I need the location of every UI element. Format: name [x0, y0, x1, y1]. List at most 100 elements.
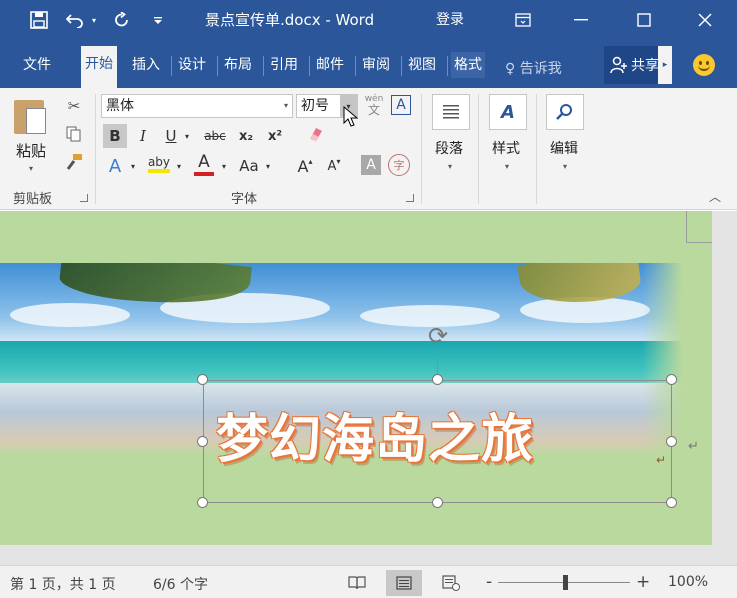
clipboard-launcher-icon[interactable] [80, 194, 88, 202]
tab-file[interactable]: 文件 [20, 52, 54, 78]
feedback-smiley-icon[interactable] [693, 54, 715, 76]
person-add-icon [610, 56, 627, 74]
phonetic-guide-button[interactable]: wén 文 [362, 94, 386, 116]
strikethrough-button[interactable]: abc [200, 124, 230, 148]
rotate-handle-icon[interactable]: ⟳ [425, 323, 451, 349]
close-icon[interactable] [682, 0, 728, 40]
redo-icon[interactable] [110, 6, 134, 34]
zoom-out-button[interactable]: - [486, 572, 492, 592]
shrink-font-label: A [327, 158, 337, 174]
tab-format[interactable]: 格式 [451, 52, 485, 78]
customize-qat-icon[interactable] [150, 6, 166, 34]
change-case-button[interactable]: Aa [236, 154, 262, 178]
ribbon-tabs: 文件 开始 插入 设计 布局 引用 邮件 审阅 视图 格式 ♀ 告诉我 共享 ▸ [0, 40, 737, 88]
copy-icon[interactable] [64, 124, 84, 144]
resize-handle-w[interactable] [197, 436, 208, 447]
zoom-level[interactable]: 100% [668, 574, 708, 590]
title-bar: ▾ 景点宣传单.docx - Word 登录 [0, 0, 737, 40]
shrink-font-button[interactable]: A ▾ [323, 154, 345, 178]
character-border-button[interactable]: A [391, 95, 411, 115]
login-link[interactable]: 登录 [436, 9, 464, 29]
document-title: 景点宣传单.docx - Word [205, 11, 375, 29]
group-separator [478, 94, 479, 204]
resize-handle-nw[interactable] [197, 374, 208, 385]
resize-handle-s[interactable] [432, 497, 443, 508]
styles-dropdown-icon[interactable]: ▾ [505, 162, 509, 171]
text-effects-button[interactable]: A [104, 154, 126, 178]
paste-icon[interactable] [14, 100, 46, 134]
subscript-button[interactable]: x₂ [235, 124, 257, 148]
undo-icon[interactable] [62, 6, 88, 34]
character-shading-button[interactable]: A [361, 155, 381, 175]
status-bar: 第 1 页，共 1 页 6/6 个字 - + 100% [0, 565, 737, 598]
minimize-icon[interactable] [558, 0, 604, 40]
tab-home[interactable]: 开始 [81, 46, 117, 88]
paragraph-dropdown-icon[interactable]: ▾ [448, 162, 452, 171]
italic-button[interactable]: I [133, 124, 153, 148]
font-name-dropdown-icon[interactable]: ▾ [284, 95, 288, 117]
highlight-button[interactable]: aby [146, 152, 172, 176]
bold-button[interactable]: B [103, 124, 127, 148]
clear-formatting-icon[interactable] [304, 122, 326, 146]
highlight-dropdown-icon[interactable]: ▾ [173, 154, 185, 178]
format-painter-icon[interactable] [64, 152, 84, 172]
save-icon[interactable] [26, 6, 52, 34]
grow-font-button[interactable]: A ▴ [294, 154, 316, 178]
font-color-swatch [194, 172, 214, 176]
zoom-in-button[interactable]: + [636, 572, 650, 592]
editing-button[interactable] [546, 94, 584, 130]
tab-scroll-right-icon[interactable]: ▸ [658, 46, 672, 84]
ribbon-display-options-icon[interactable] [500, 0, 546, 40]
resize-handle-sw[interactable] [197, 497, 208, 508]
tab-insert[interactable]: 插入 [129, 52, 163, 78]
enclose-characters-button[interactable]: 字 [388, 154, 410, 176]
tell-me-box[interactable]: ♀ 告诉我 [505, 58, 562, 78]
paragraph-icon [443, 105, 459, 119]
tab-references[interactable]: 引用 [267, 52, 301, 78]
cut-icon[interactable]: ✂ [64, 96, 84, 116]
font-color-dropdown-icon[interactable]: ▾ [218, 154, 230, 178]
font-color-button[interactable]: A [192, 152, 216, 176]
resize-handle-ne[interactable] [666, 374, 677, 385]
styles-button[interactable]: A [489, 94, 527, 130]
tab-layout[interactable]: 布局 [221, 52, 255, 78]
undo-dropdown-icon[interactable]: ▾ [88, 6, 100, 34]
paste-label[interactable]: 粘贴 [16, 140, 46, 161]
word-count[interactable]: 6/6 个字 [153, 574, 208, 594]
document-area[interactable]: ⟳ 梦幻海岛之旅 ↵ ↵ [0, 211, 737, 565]
maximize-icon[interactable] [621, 0, 667, 40]
phonetic-guide-char: 文 [367, 103, 380, 117]
tab-review[interactable]: 审阅 [359, 52, 393, 78]
tab-view[interactable]: 视图 [405, 52, 439, 78]
superscript-button[interactable]: x² [264, 124, 286, 148]
highlight-color-swatch [148, 169, 170, 173]
resize-handle-n[interactable] [432, 374, 443, 385]
grow-arrow-icon: ▴ [308, 156, 313, 166]
group-separator [536, 94, 537, 204]
print-layout-icon[interactable] [386, 570, 422, 596]
text-effects-dropdown-icon[interactable]: ▾ [127, 154, 139, 178]
read-mode-icon[interactable] [339, 570, 375, 596]
web-layout-icon[interactable] [433, 570, 469, 596]
paragraph-button[interactable] [432, 94, 470, 130]
resize-handle-se[interactable] [666, 497, 677, 508]
styles-group-label[interactable]: 样式 [492, 138, 520, 158]
font-launcher-icon[interactable] [406, 194, 414, 202]
wordart-headline[interactable]: 梦幻海岛之旅 [216, 397, 534, 472]
underline-button[interactable]: U [161, 124, 181, 148]
font-name-combobox[interactable]: 黑体 ▾ [101, 94, 293, 118]
tab-mailings[interactable]: 邮件 [313, 52, 347, 78]
resize-handle-e[interactable] [666, 436, 677, 447]
collapse-ribbon-icon[interactable]: ︿ [709, 188, 721, 205]
editing-dropdown-icon[interactable]: ▾ [563, 162, 567, 171]
zoom-slider-thumb[interactable] [563, 575, 568, 590]
document-page[interactable]: ⟳ 梦幻海岛之旅 ↵ ↵ [0, 211, 712, 545]
paragraph-group-label[interactable]: 段落 [435, 138, 463, 158]
tab-design[interactable]: 设计 [175, 52, 209, 78]
change-case-dropdown-icon[interactable]: ▾ [262, 154, 274, 178]
page-count[interactable]: 第 1 页，共 1 页 [10, 574, 116, 594]
paragraph-mark-icon: ↵ [688, 439, 699, 454]
underline-dropdown-icon[interactable]: ▾ [181, 124, 193, 148]
editing-group-label[interactable]: 编辑 [550, 138, 578, 158]
paste-dropdown-icon[interactable]: ▾ [29, 164, 33, 173]
